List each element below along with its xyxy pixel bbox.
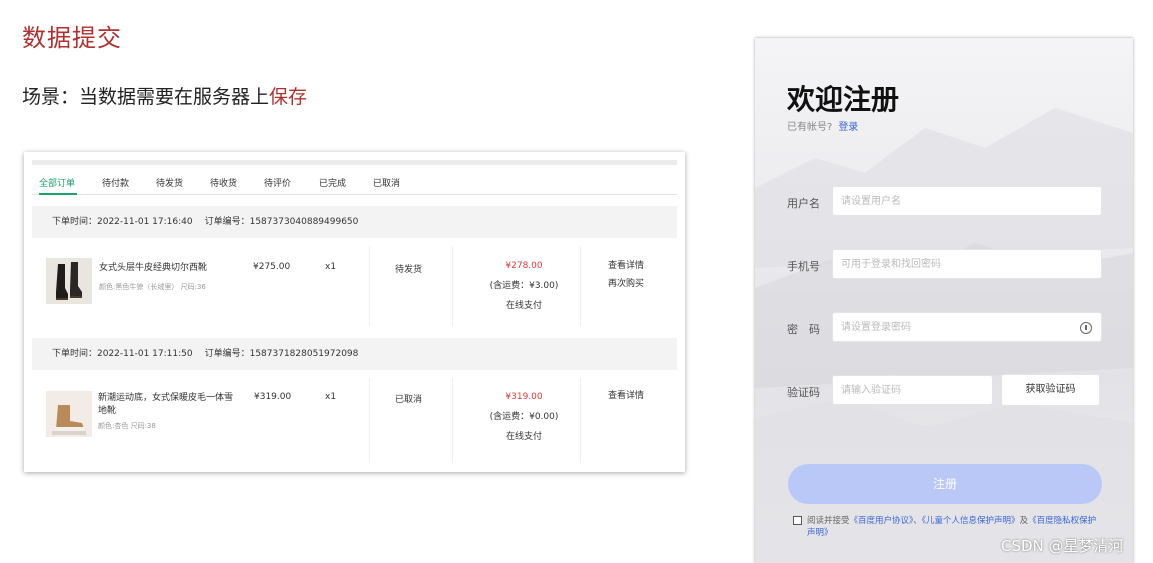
order-row: 女式头层牛皮经典切尔西靴 颜色:黑色牛猄（长绒里） 尺码:36 ¥275.00 … bbox=[32, 246, 677, 326]
order-actions: 查看详情 bbox=[608, 387, 644, 405]
order-total: ¥319.00 bbox=[505, 392, 543, 402]
payment-summary: ¥278.00 (含运费：¥3.00) 在线支付 bbox=[462, 256, 586, 316]
agree-prefix: 阅读并接受 bbox=[807, 516, 850, 526]
order-number: 订单编号：1587371828051972098 bbox=[204, 349, 359, 359]
product-name-text[interactable]: 女式头层牛皮经典切尔西靴 bbox=[99, 262, 234, 275]
verification-code-input[interactable] bbox=[832, 375, 993, 405]
column-divider bbox=[452, 246, 453, 326]
column-divider bbox=[452, 378, 453, 463]
csdn-watermark: CSDN @星梦清河 bbox=[1001, 537, 1124, 555]
page: 数据提交 场景：当数据需要在服务器上保存 全部订单 待付款 待发货 待收货 待评… bbox=[0, 0, 1153, 563]
register-panel: 欢迎注册 已有帐号? 登录 用户名 手机号 密 码 验证码 获取验证码 注册 阅读… bbox=[755, 38, 1133, 563]
unit-price: ¥275.00 bbox=[253, 262, 291, 272]
has-account-text: 已有帐号? 登录 bbox=[787, 118, 858, 133]
scene-text: 场景：当数据需要在服务器上保存 bbox=[22, 82, 307, 109]
phone-label: 手机号 bbox=[787, 260, 820, 273]
product-attributes: 颜色:黑色牛猄（长绒里） 尺码:36 bbox=[99, 283, 206, 291]
password-info-icon[interactable] bbox=[1080, 322, 1092, 334]
order-time: 下单时间：2022-11-01 17:16:40 bbox=[52, 217, 193, 227]
agree-separator: 、 bbox=[913, 516, 922, 526]
order-header: 下单时间：2022-11-01 17:11:50 订单编号：15873718280… bbox=[32, 338, 677, 370]
order-status: 已取消 bbox=[395, 395, 423, 405]
tab-pending-payment[interactable]: 待付款 bbox=[102, 176, 129, 189]
code-label: 验证码 bbox=[787, 386, 820, 399]
order-actions: 查看详情 再次购买 bbox=[608, 257, 644, 293]
shipping-fee: (含运费：¥3.00) bbox=[489, 281, 559, 291]
phone-input[interactable] bbox=[832, 249, 1102, 279]
payment-summary: ¥319.00 (含运费：¥0.00) 在线支付 bbox=[462, 387, 586, 447]
payment-method: 在线支付 bbox=[505, 301, 542, 311]
order-time: 下单时间：2022-11-01 17:11:50 bbox=[52, 349, 193, 359]
password-label: 密 码 bbox=[787, 323, 820, 336]
username-label: 用户名 bbox=[787, 197, 820, 210]
product-name[interactable]: 新潮运动底，女式保暖皮毛一体雪地靴 颜色:杏色 尺码:38 bbox=[98, 392, 233, 433]
page-title: 数据提交 bbox=[22, 24, 122, 52]
tab-pending-shipment[interactable]: 待发货 bbox=[156, 176, 183, 189]
tab-completed[interactable]: 已完成 bbox=[319, 176, 346, 189]
agree-checkbox[interactable] bbox=[793, 516, 802, 525]
active-tab-indicator bbox=[39, 193, 77, 195]
buy-again-link[interactable]: 再次购买 bbox=[608, 275, 644, 293]
register-button[interactable]: 注册 bbox=[788, 464, 1102, 504]
register-title: 欢迎注册 bbox=[787, 83, 900, 116]
column-divider bbox=[369, 246, 370, 326]
order-row: 新潮运动底，女式保暖皮毛一体雪地靴 颜色:杏色 尺码:38 ¥319.00 x1… bbox=[32, 378, 677, 463]
view-details-link[interactable]: 查看详情 bbox=[608, 387, 644, 405]
get-code-button[interactable]: 获取验证码 bbox=[1001, 374, 1100, 406]
agree-and: 及 bbox=[1019, 516, 1029, 526]
shipping-fee: (含运费：¥0.00) bbox=[489, 412, 559, 422]
child-privacy-link[interactable]: 《儿童个人信息保护声明》 bbox=[922, 516, 1020, 526]
payment-method: 在线支付 bbox=[505, 432, 542, 442]
product-attributes: 颜色:杏色 尺码:38 bbox=[98, 422, 156, 430]
scene-prefix: 场景：当数据需要在服务器上 bbox=[22, 86, 270, 108]
tab-pending-receipt[interactable]: 待收货 bbox=[210, 176, 237, 189]
login-link[interactable]: 登录 bbox=[838, 122, 858, 133]
order-tabs: 全部订单 待付款 待发货 待收货 待评价 已完成 已取消 bbox=[32, 174, 677, 195]
user-agreement-link[interactable]: 《百度用户协议》 bbox=[850, 516, 914, 526]
order-status: 待发货 bbox=[395, 265, 423, 275]
column-divider bbox=[580, 378, 581, 463]
tab-pending-review[interactable]: 待评价 bbox=[264, 176, 291, 189]
product-name-text[interactable]: 新潮运动底，女式保暖皮毛一体雪地靴 bbox=[98, 392, 233, 418]
column-divider bbox=[580, 246, 581, 326]
tab-cancelled[interactable]: 已取消 bbox=[373, 176, 400, 189]
tab-all-orders[interactable]: 全部订单 bbox=[39, 176, 75, 189]
unit-price: ¥319.00 bbox=[254, 392, 292, 402]
order-total: ¥278.00 bbox=[505, 261, 543, 271]
quantity: x1 bbox=[325, 392, 337, 402]
quantity: x1 bbox=[325, 262, 337, 272]
panel-top-bar bbox=[32, 160, 677, 165]
has-account-label: 已有帐号? bbox=[787, 122, 833, 133]
product-image-chelsea-boot[interactable] bbox=[46, 258, 92, 304]
column-divider bbox=[369, 378, 370, 463]
product-image-snow-boot[interactable] bbox=[46, 391, 92, 437]
order-number: 订单编号：1587373040889499650 bbox=[204, 217, 359, 227]
scene-highlight: 保存 bbox=[269, 86, 308, 108]
order-header: 下单时间：2022-11-01 17:16:40 订单编号：15873730408… bbox=[32, 206, 677, 238]
password-input[interactable] bbox=[832, 312, 1102, 342]
product-name[interactable]: 女式头层牛皮经典切尔西靴 颜色:黑色牛猄（长绒里） 尺码:36 bbox=[99, 262, 234, 294]
order-list-panel: 全部订单 待付款 待发货 待收货 待评价 已完成 已取消 下单时间：2022-1… bbox=[24, 152, 685, 472]
username-input[interactable] bbox=[832, 186, 1102, 216]
view-details-link[interactable]: 查看详情 bbox=[608, 257, 644, 275]
